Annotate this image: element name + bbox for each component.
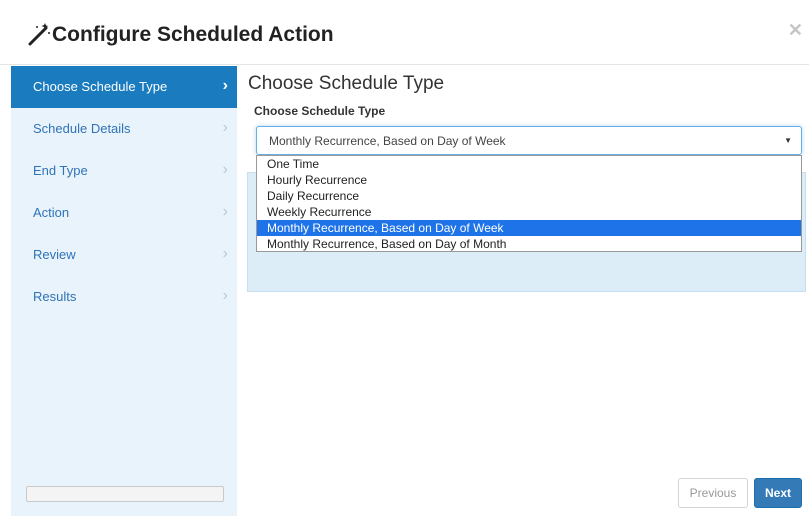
chevron-right-icon: › — [222, 287, 228, 304]
sidebar-item-label: Review — [33, 247, 76, 262]
chevron-right-icon: › — [222, 77, 228, 94]
option-label: Monthly Recurrence, Based on Day of Week — [267, 221, 504, 235]
schedule-type-dropdown: One Time Hourly Recurrence Daily Recurre… — [256, 155, 802, 252]
chevron-right-icon: › — [222, 119, 228, 136]
dialog-header: Configure Scheduled Action ✕ — [0, 0, 809, 65]
sidebar-item-label: Choose Schedule Type — [33, 79, 168, 94]
next-button[interactable]: Next — [754, 478, 802, 508]
option-label: Daily Recurrence — [267, 189, 360, 203]
sidebar-item-choose-schedule-type[interactable]: Choose Schedule Type › — [11, 66, 237, 108]
sidebar-item-review[interactable]: Review › — [11, 234, 237, 276]
section-heading: Choose Schedule Type — [248, 73, 445, 94]
schedule-type-label: Choose Schedule Type — [254, 104, 386, 118]
option-hourly-recurrence[interactable]: Hourly Recurrence — [257, 172, 801, 188]
option-one-time[interactable]: One Time — [257, 156, 801, 172]
option-daily-recurrence[interactable]: Daily Recurrence — [257, 188, 801, 204]
magic-wand-icon — [28, 23, 50, 46]
sidebar-item-label: Action — [33, 205, 70, 220]
option-monthly-day-of-month[interactable]: Monthly Recurrence, Based on Day of Mont… — [257, 236, 801, 252]
sidebar-item-end-type[interactable]: End Type › — [11, 150, 237, 192]
sidebar-item-action[interactable]: Action › — [11, 192, 237, 234]
sidebar-item-results[interactable]: Results › — [11, 276, 237, 318]
option-monthly-day-of-week[interactable]: Monthly Recurrence, Based on Day of Week — [257, 220, 801, 236]
option-label: Monthly Recurrence, Based on Day of Mont… — [267, 237, 507, 251]
option-label: Weekly Recurrence — [267, 205, 372, 219]
schedule-type-select[interactable]: Monthly Recurrence, Based on Day of Week… — [256, 126, 802, 155]
wizard-progress-bar — [26, 486, 224, 502]
schedule-type-select-value: Monthly Recurrence, Based on Day of Week — [269, 134, 506, 148]
close-icon[interactable]: ✕ — [788, 20, 803, 41]
sidebar-item-label: Schedule Details — [33, 121, 131, 136]
wizard-sidebar: Choose Schedule Type › Schedule Details … — [11, 66, 237, 516]
previous-button[interactable]: Previous — [678, 478, 748, 508]
chevron-right-icon: › — [222, 245, 228, 262]
sidebar-item-schedule-details[interactable]: Schedule Details › — [11, 108, 237, 150]
option-weekly-recurrence[interactable]: Weekly Recurrence — [257, 204, 801, 220]
caret-down-icon: ▼ — [784, 136, 792, 145]
sidebar-item-label: End Type — [33, 163, 88, 178]
chevron-right-icon: › — [222, 203, 228, 220]
option-label: One Time — [267, 157, 320, 171]
chevron-right-icon: › — [222, 161, 228, 178]
sidebar-item-label: Results — [33, 289, 77, 304]
option-label: Hourly Recurrence — [267, 173, 368, 187]
dialog-title: Configure Scheduled Action — [52, 23, 334, 46]
configure-scheduled-action-dialog: Configure Scheduled Action ✕ Choose Sche… — [0, 0, 809, 517]
